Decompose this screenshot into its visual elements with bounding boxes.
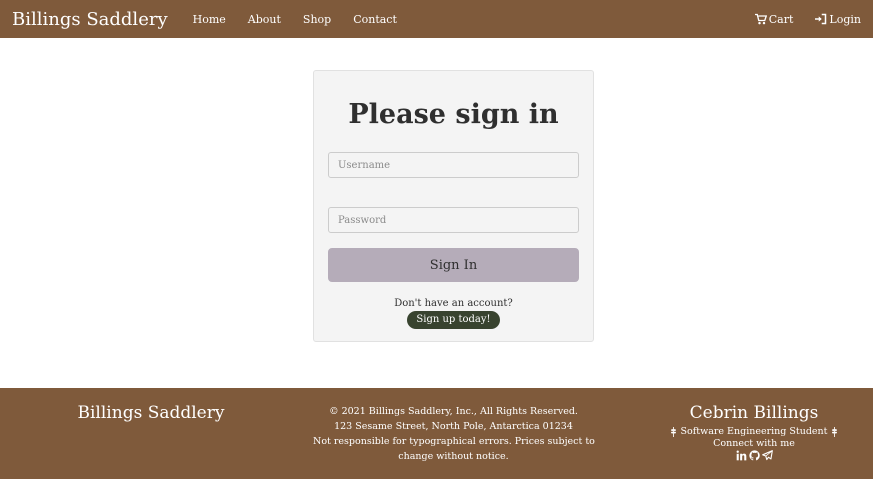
- sign-in-button[interactable]: Sign In: [328, 248, 579, 282]
- wheat-icon: [670, 426, 676, 437]
- developer-role: Software Engineering Student: [680, 426, 828, 437]
- no-account-text: Don't have an account?: [394, 298, 513, 309]
- developer-info: Cebrin Billings Software Engineering Stu…: [654, 403, 854, 461]
- signin-card: Please sign in Sign In Don't have an acc…: [313, 70, 594, 342]
- disclaimer-line: Not responsible for typographical errors…: [313, 436, 595, 447]
- disclaimer-line: change without notice.: [398, 451, 509, 462]
- sign-in-icon: [815, 13, 827, 25]
- login-link[interactable]: Login: [815, 13, 861, 26]
- top-navbar: Billings Saddlery Home About Shop Contac…: [0, 0, 873, 38]
- footer: Billings Saddlery © 2021 Billings Saddle…: [0, 388, 873, 479]
- linkedin-icon[interactable]: [736, 450, 747, 461]
- telegram-icon[interactable]: [761, 450, 773, 461]
- password-input[interactable]: [328, 207, 579, 233]
- github-icon[interactable]: [748, 450, 760, 461]
- nav-link-shop[interactable]: Shop: [303, 13, 331, 26]
- footer-copyright: © 2021 Billings Saddlery, Inc., All Righ…: [313, 404, 595, 464]
- nav-link-home[interactable]: Home: [193, 13, 226, 26]
- nav-links: Home About Shop Contact: [182, 13, 408, 26]
- cart-link[interactable]: Cart: [754, 12, 794, 26]
- social-links: [654, 450, 854, 461]
- developer-role-line: Software Engineering Student: [654, 426, 854, 437]
- copyright-line: © 2021 Billings Saddlery, Inc., All Righ…: [329, 406, 578, 417]
- nav-link-contact[interactable]: Contact: [353, 13, 397, 26]
- connect-text: Connect with me: [713, 438, 795, 449]
- signin-title: Please sign in: [348, 99, 559, 130]
- cart-label: Cart: [768, 12, 794, 26]
- wheat-icon: [832, 426, 838, 437]
- username-input[interactable]: [328, 152, 579, 178]
- login-label: Login: [829, 12, 861, 26]
- address-line: 123 Sesame Street, North Pole, Antarctic…: [334, 421, 573, 432]
- footer-brand: Billings Saddlery: [77, 403, 225, 423]
- navbar-brand[interactable]: Billings Saddlery: [12, 9, 168, 30]
- sign-up-button[interactable]: Sign up today!: [407, 311, 500, 329]
- nav-link-about[interactable]: About: [248, 13, 281, 26]
- cart-icon: [754, 13, 767, 25]
- nav-right: Cart Login: [733, 13, 861, 26]
- developer-name: Cebrin Billings: [689, 403, 819, 423]
